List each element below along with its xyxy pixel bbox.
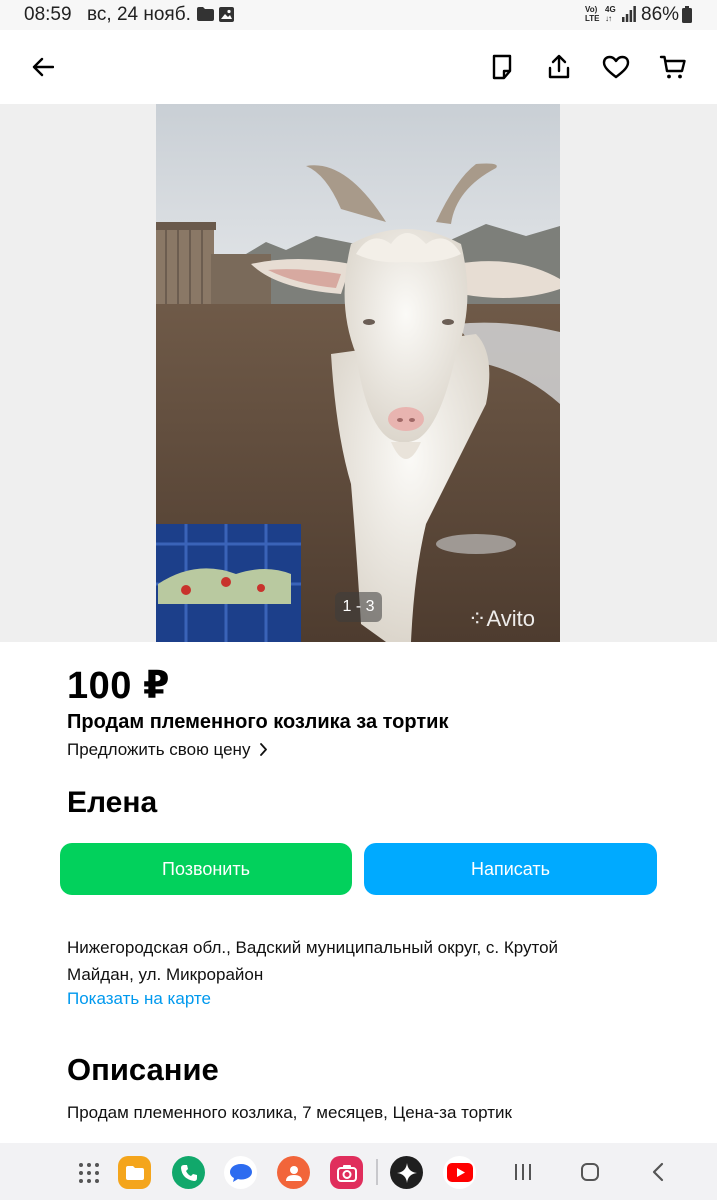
listing-photo-goat[interactable] xyxy=(156,104,560,642)
back-icon[interactable] xyxy=(643,1157,673,1187)
dock-divider xyxy=(376,1159,378,1185)
chevron-right-icon xyxy=(260,743,268,756)
phone-app-icon[interactable] xyxy=(172,1156,205,1189)
camera-app-icon[interactable] xyxy=(330,1156,363,1189)
note-icon[interactable] xyxy=(485,50,519,84)
listing-title: Продам племенного козлика за тортик xyxy=(67,711,449,733)
status-bar: 08:59 вс, 24 нояб. Vo) LTE 4G ↓↑ 86% xyxy=(0,0,717,30)
seller-name[interactable]: Елена xyxy=(67,786,157,820)
photo-counter: 1 - 3 xyxy=(335,592,382,622)
description-text: Продам племенного козлика, 7 месяцев, Це… xyxy=(67,1103,512,1122)
description-heading: Описание xyxy=(67,1052,219,1087)
photo-gallery[interactable]: 1 - 3 ⁘Avito xyxy=(0,104,717,642)
recents-icon[interactable] xyxy=(508,1157,538,1187)
status-date: вс, 24 нояб. xyxy=(87,4,191,25)
avito-logo-icon: ⁘ xyxy=(468,606,487,631)
gemini-app-icon[interactable] xyxy=(390,1156,423,1189)
cart-icon[interactable] xyxy=(656,50,690,84)
signal-icon xyxy=(622,6,636,22)
listing-price: 100 ₽ xyxy=(67,665,170,707)
navigation-dock xyxy=(0,1143,717,1200)
home-icon[interactable] xyxy=(575,1157,605,1187)
battery-percent: 86% xyxy=(641,4,680,25)
offer-price-link[interactable]: Предложить свою цену xyxy=(67,740,268,760)
messages-app-icon[interactable] xyxy=(224,1156,257,1189)
apps-grid-icon[interactable] xyxy=(72,1156,105,1189)
write-button[interactable]: Написать xyxy=(364,843,657,895)
call-button[interactable]: Позвонить xyxy=(60,843,352,895)
files-app-icon[interactable] xyxy=(118,1156,151,1189)
listing-address: Нижегородская обл., Вадский муниципальны… xyxy=(67,938,559,984)
youtube-app-icon[interactable] xyxy=(443,1156,476,1189)
gallery-icon xyxy=(219,7,234,22)
avito-watermark: ⁘Avito xyxy=(468,606,535,631)
offer-price-label: Предложить свою цену xyxy=(67,740,251,759)
back-arrow-icon[interactable] xyxy=(26,50,60,84)
heart-icon[interactable] xyxy=(599,50,633,84)
volte-indicator: Vo) LTE xyxy=(585,5,600,23)
app-header xyxy=(0,30,717,104)
folder-icon xyxy=(197,7,214,21)
data-indicator: 4G ↓↑ xyxy=(605,5,616,23)
contacts-app-icon[interactable] xyxy=(277,1156,310,1189)
show-on-map-link[interactable]: Показать на карте xyxy=(67,989,211,1009)
share-icon[interactable] xyxy=(542,50,576,84)
status-time: 08:59 xyxy=(24,4,72,25)
battery-icon xyxy=(682,6,692,23)
